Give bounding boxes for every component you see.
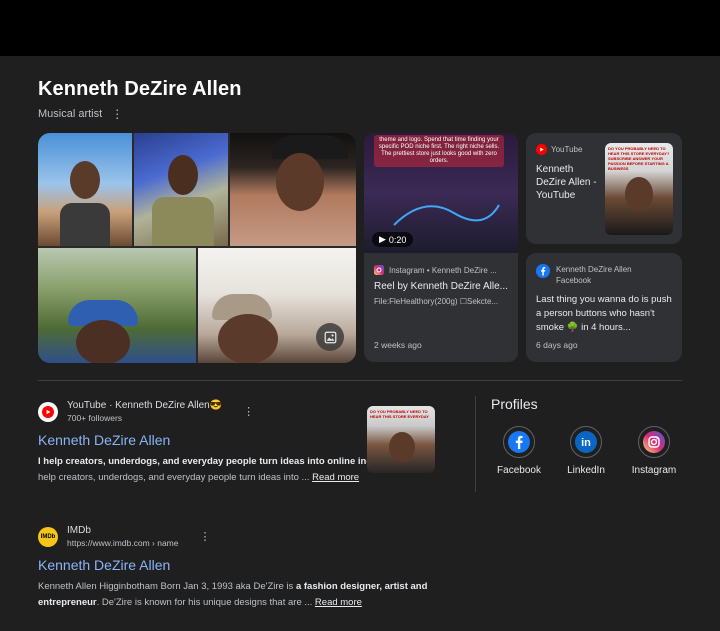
youtube-favicon (38, 401, 58, 422)
reel-card[interactable]: theme and logo. Spend that time finding … (364, 133, 518, 362)
photo-1[interactable] (38, 133, 132, 246)
reel-source: Instagram • Kenneth DeZire ... (364, 253, 518, 275)
photo-4[interactable] (38, 248, 196, 363)
image-icon (324, 331, 336, 343)
facebook-icon (536, 264, 550, 278)
result-source[interactable]: IMDb IMDb https://www.imdb.com › name ⋮ (38, 525, 448, 548)
reel-title[interactable]: Reel by Kenneth DeZire Alle... (364, 275, 518, 292)
knowledge-panel-header: Kenneth DeZire Allen Musical artist ⋮ (38, 78, 242, 120)
more-options-icon[interactable]: ⋮ (199, 530, 210, 543)
video-duration: ▶ 0:20 (372, 232, 414, 247)
top-black-bar (0, 0, 720, 56)
youtube-thumbnail[interactable]: DO YOU PROBABLY NEED TO HEAR THIS STORE … (605, 143, 673, 235)
youtube-thumb-text: DO YOU PROBABLY NEED TO HEAR THIS STORE … (608, 146, 670, 171)
profile-label: LinkedIn (567, 465, 605, 476)
facebook-card-site: Facebook (556, 276, 592, 285)
facebook-card-date: 6 days ago (536, 340, 578, 350)
search-result-imdb: IMDb IMDb https://www.imdb.com › name ⋮ … (38, 525, 448, 611)
facebook-card[interactable]: Kenneth DeZire Allen Facebook Last thing… (526, 253, 682, 362)
imdb-icon: IMDb (38, 526, 58, 547)
profiles-section: Profiles Facebook in LinkedIn Instagram (491, 396, 676, 476)
vertical-divider (475, 396, 476, 492)
profile-linkedin[interactable]: in LinkedIn (554, 426, 618, 476)
reel-meta: File:FleHealthory(200g) ☐Sekcte... (374, 297, 499, 306)
read-more-link[interactable]: Read more (312, 472, 359, 483)
linkedin-icon: in (570, 426, 602, 458)
entity-subtitle: Musical artist (38, 108, 103, 120)
more-options-icon[interactable]: ⋮ (243, 405, 254, 418)
svg-text:in: in (581, 437, 591, 449)
result-source-name: IMDb (67, 525, 91, 536)
section-divider (38, 380, 682, 381)
image-collage[interactable] (38, 133, 356, 363)
facebook-card-body[interactable]: Last thing you wanna do is push a person… (526, 286, 682, 335)
read-more-link[interactable]: Read more (315, 597, 362, 608)
entity-title: Kenneth DeZire Allen (38, 78, 242, 100)
youtube-card[interactable]: YouTube Kenneth DeZire Allen - YouTube D… (526, 133, 682, 244)
reel-thumb-caption: theme and logo. Spend that time finding … (374, 135, 504, 167)
result-source-sub: 700+ followers (67, 413, 123, 423)
result-source-name: YouTube · Kenneth DeZire Allen😎 (67, 400, 223, 411)
profile-label: Instagram (631, 465, 677, 476)
result-thumb-text: DO YOU PROBABLY NEED TO HEAR THIS STORE … (370, 409, 429, 419)
youtube-card-title[interactable]: Kenneth DeZire Allen - YouTube (536, 163, 606, 202)
profile-label: Facebook (497, 465, 541, 476)
facebook-card-name: Kenneth DeZire Allen (556, 265, 632, 274)
result-snippet: Kenneth Allen Higginbotham Born Jan 3, 1… (38, 581, 428, 608)
instagram-icon (638, 426, 670, 458)
instagram-icon (374, 265, 384, 275)
reel-date: 2 weeks ago (374, 340, 422, 350)
subtitle-row: Musical artist ⋮ (38, 108, 242, 120)
profile-facebook[interactable]: Facebook (487, 426, 551, 476)
photo-2[interactable] (134, 133, 228, 246)
result-thumbnail[interactable]: DO YOU PROBABLY NEED TO HEAR THIS STORE … (367, 406, 435, 473)
more-options-icon[interactable]: ⋮ (111, 108, 123, 120)
facebook-card-source: Kenneth DeZire Allen Facebook (526, 253, 682, 286)
youtube-icon (42, 405, 54, 418)
result-title[interactable]: Kenneth DeZire Allen (38, 557, 448, 573)
view-images-button[interactable] (316, 323, 344, 351)
youtube-source: YouTube (536, 144, 606, 155)
reel-thumbnail[interactable]: theme and logo. Spend that time finding … (364, 133, 518, 253)
result-source-url: https://www.imdb.com › name (67, 538, 179, 548)
youtube-icon (536, 144, 547, 155)
play-icon: ▶ (379, 234, 386, 244)
profiles-title: Profiles (491, 396, 538, 412)
profile-instagram[interactable]: Instagram (622, 426, 686, 476)
facebook-icon (503, 426, 535, 458)
photo-3[interactable] (230, 133, 356, 246)
